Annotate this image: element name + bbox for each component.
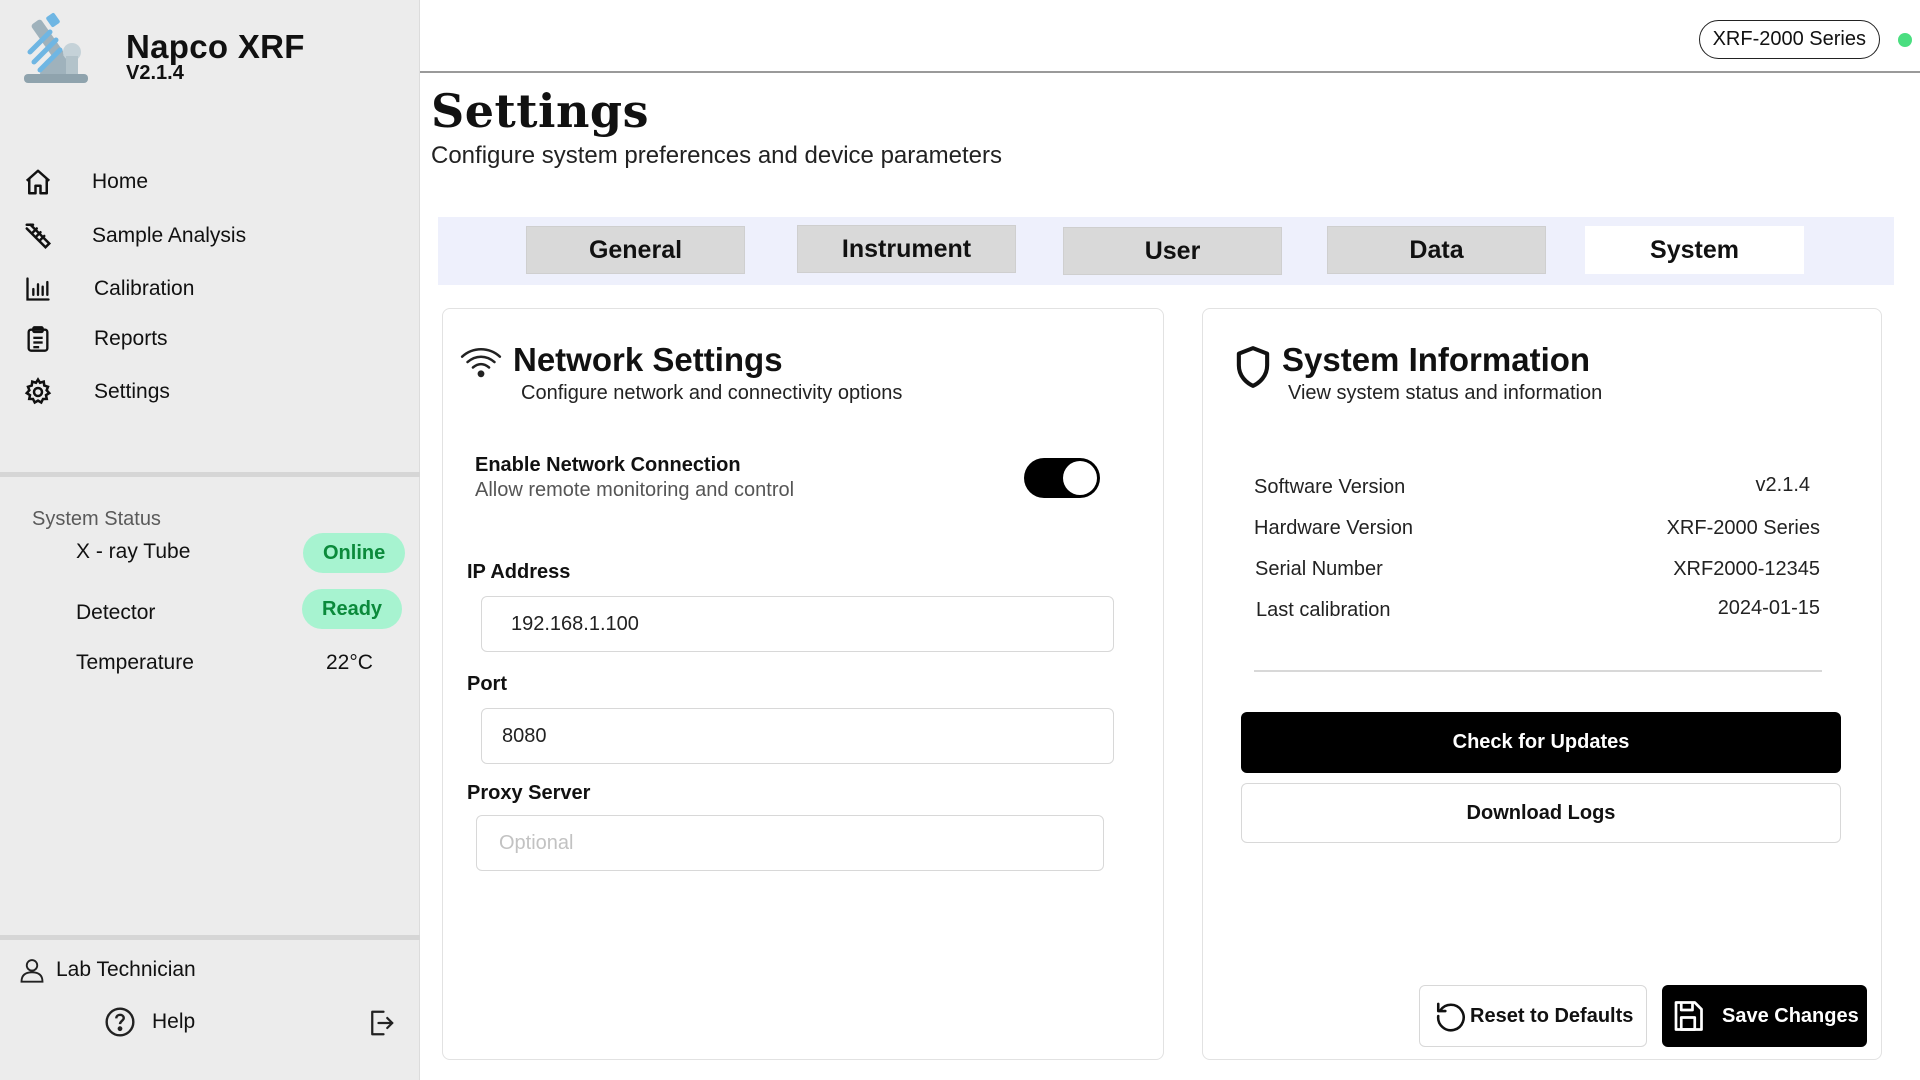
reset-icon [1436, 1002, 1465, 1032]
sidebar-item-label: Home [92, 170, 149, 193]
settings-tabs: General Instrument User Data System [438, 217, 1894, 285]
logout-icon [371, 1010, 394, 1036]
sidebar-item-label: Calibration [94, 277, 195, 300]
logout-button[interactable] [366, 1008, 396, 1043]
enable-network-toggle[interactable] [1024, 458, 1100, 498]
sidebar-item-calibration[interactable]: Calibration [22, 269, 194, 309]
tab-data[interactable]: Data [1327, 226, 1546, 274]
clipboard-icon [22, 323, 54, 355]
info-value: XRF-2000 Series [1666, 517, 1820, 539]
tab-user[interactable]: User [1063, 227, 1282, 275]
enable-network-description: Allow remote monitoring and control [475, 479, 795, 501]
tab-general[interactable]: General [526, 226, 745, 274]
top-bar: XRF-2000 Series [420, 0, 1920, 73]
sidebar-item-home[interactable]: Home [22, 162, 148, 202]
sidebar-item-settings[interactable]: Settings [22, 372, 170, 412]
ip-address-input[interactable] [481, 596, 1114, 652]
status-label: X - ray Tube [76, 540, 191, 563]
info-value: 2024-01-15 [1717, 597, 1820, 619]
system-information-card [1202, 308, 1882, 1060]
proxy-server-input[interactable] [476, 815, 1104, 871]
network-settings-title: Network Settings [513, 341, 783, 378]
microscope-icon [24, 13, 88, 83]
save-changes-button[interactable]: Save Changes [1662, 985, 1867, 1047]
test-tube-icon [22, 220, 54, 252]
system-information-subtitle: View system status and information [1288, 382, 1603, 404]
system-information-title: System Information [1282, 341, 1591, 378]
download-logs-button[interactable]: Download Logs [1241, 783, 1841, 843]
page-subtitle: Configure system preferences and device … [431, 142, 1002, 169]
info-value: v2.1.4 [1755, 474, 1810, 496]
sidebar-item-label: Sample Analysis [92, 224, 247, 247]
help-button[interactable]: Help [104, 1006, 195, 1038]
user-icon [20, 959, 44, 983]
network-settings-card [442, 308, 1164, 1060]
temperature-value: 22°C [326, 651, 373, 674]
reset-label: Reset to Defaults [1470, 1004, 1634, 1027]
page-title: Settings [431, 84, 649, 138]
check-for-updates-button[interactable]: Check for Updates [1241, 712, 1841, 773]
sidebar-item-label: Settings [94, 380, 170, 403]
info-value: XRF2000-12345 [1673, 558, 1820, 580]
enable-network-title: Enable Network Connection [475, 454, 741, 476]
connection-status-dot [1898, 33, 1912, 47]
shield-icon [1236, 346, 1270, 388]
sidebar: Napco XRF V2.1.4 Home Sample Analysis Ca… [0, 0, 420, 1080]
save-icon [1674, 1001, 1703, 1031]
user-name: Lab Technician [56, 958, 196, 981]
network-settings-subtitle: Configure network and connectivity optio… [521, 382, 903, 404]
app-name: Napco XRF [126, 28, 305, 65]
save-label: Save Changes [1722, 1004, 1859, 1027]
status-badge: Ready [302, 589, 403, 629]
sidebar-item-sample-analysis[interactable]: Sample Analysis [22, 216, 246, 256]
proxy-server-label: Proxy Server [467, 782, 591, 804]
help-label: Help [152, 1010, 196, 1033]
system-status-heading: System Status [32, 508, 161, 530]
port-label: Port [467, 673, 507, 695]
device-series-badge[interactable]: XRF-2000 Series [1698, 20, 1880, 59]
status-label: Detector [76, 601, 156, 624]
current-user[interactable]: Lab Technician [18, 956, 196, 984]
brand: Napco XRF V2.1.4 [22, 12, 304, 90]
info-label: Last calibration [1256, 599, 1391, 621]
status-label: Temperature [76, 651, 194, 674]
info-label: Serial Number [1255, 558, 1383, 580]
bar-chart-icon [22, 273, 54, 305]
tab-system[interactable]: System [1585, 226, 1804, 274]
sidebar-item-reports[interactable]: Reports [22, 319, 168, 359]
tab-instrument[interactable]: Instrument [797, 225, 1016, 273]
info-label: Hardware Version [1254, 517, 1413, 539]
info-divider [1254, 670, 1822, 672]
sidebar-divider [0, 472, 420, 477]
port-input[interactable] [481, 708, 1114, 764]
home-icon [22, 166, 54, 198]
wifi-icon [460, 348, 502, 378]
help-icon [105, 1007, 135, 1037]
toggle-knob [1063, 461, 1097, 495]
sidebar-item-label: Reports [94, 327, 168, 350]
ip-address-label: IP Address [467, 561, 571, 583]
gear-icon [22, 376, 54, 408]
info-label: Software Version [1254, 476, 1406, 498]
sidebar-divider [0, 935, 420, 940]
status-badge: Online [303, 533, 406, 573]
reset-to-defaults-button[interactable]: Reset to Defaults [1419, 985, 1647, 1047]
